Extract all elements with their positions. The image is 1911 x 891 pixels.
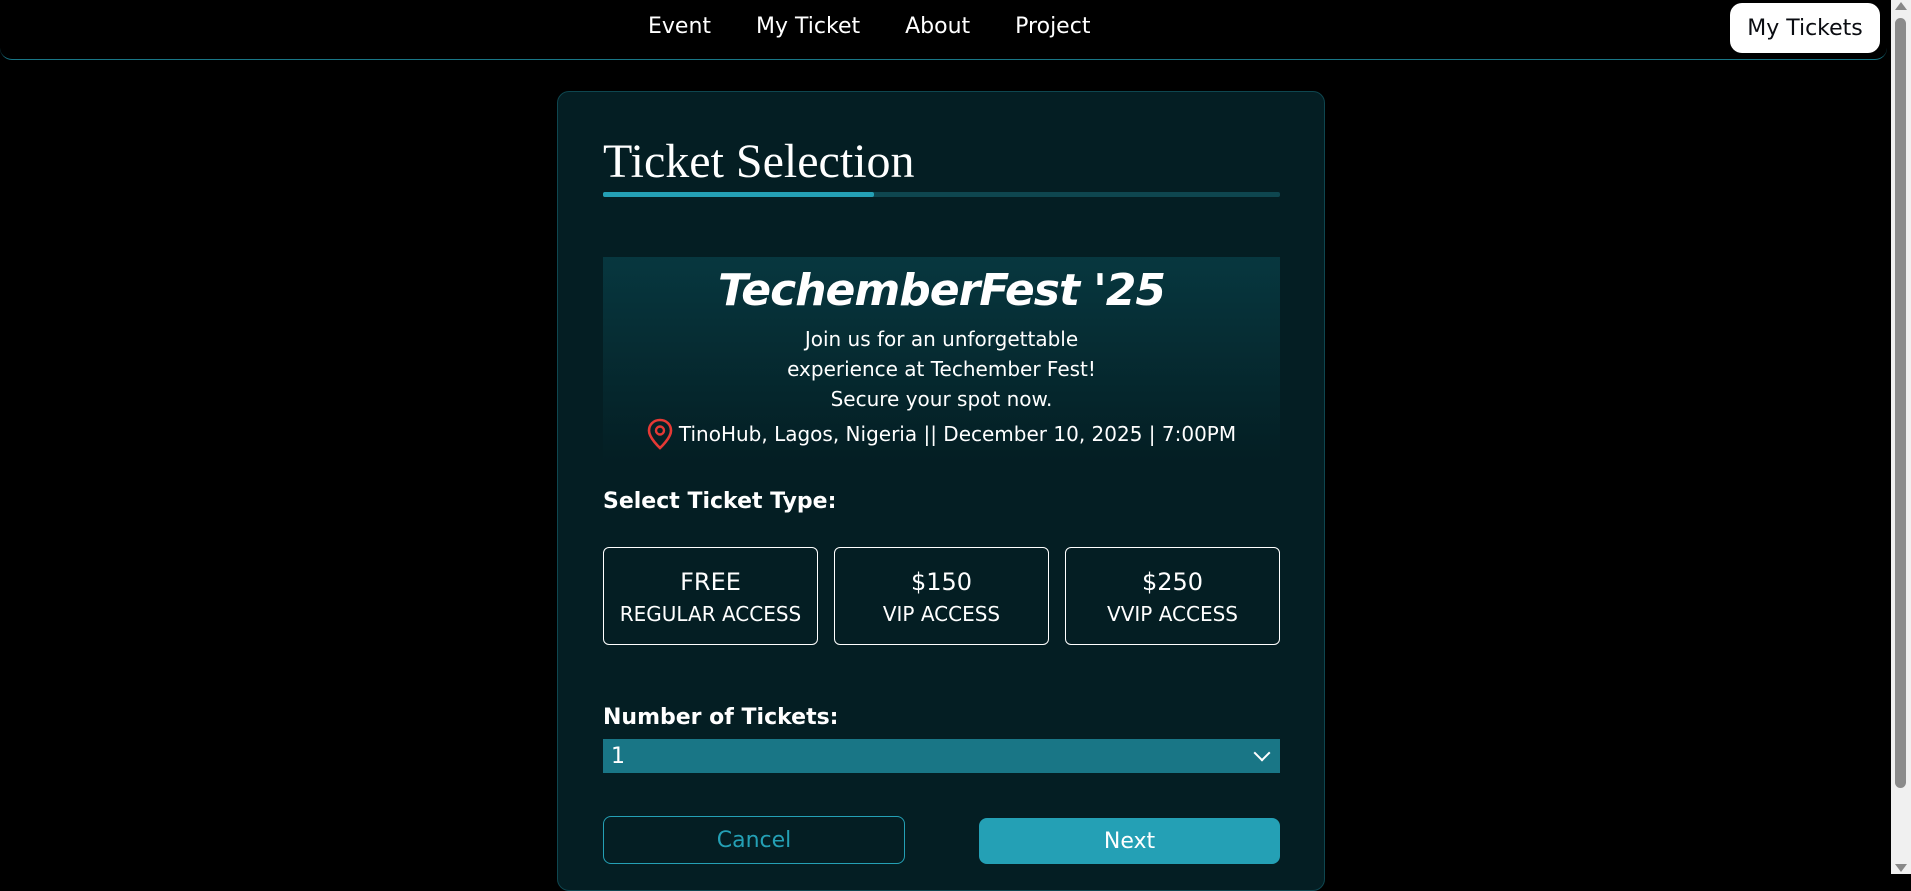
nav-link-event[interactable]: Event	[648, 14, 711, 39]
scroll-up-arrow-icon[interactable]	[1895, 2, 1907, 10]
ticket-price: FREE	[680, 568, 741, 596]
event-description: Join us for an unforgettable experience …	[787, 327, 1096, 411]
nav-link-project[interactable]: Project	[1015, 14, 1090, 39]
ticket-access: VVIP ACCESS	[1107, 602, 1238, 626]
event-location-date: TinoHub, Lagos, Nigeria || December 10, …	[678, 422, 1237, 446]
nav-links: Event My Ticket About Project	[648, 14, 1090, 39]
ticket-option-vvip[interactable]: $250 VVIP ACCESS	[1065, 547, 1280, 645]
ticket-price: $250	[1141, 568, 1204, 596]
ticket-option-vip[interactable]: $150 VIP ACCESS	[834, 547, 1049, 645]
ticket-count-label: Number of Tickets:	[603, 705, 839, 730]
ticket-count-value: 1	[611, 743, 625, 769]
scrollbar-thumb[interactable]	[1895, 18, 1906, 788]
event-banner: TechemberFest '25 Join us for an unforge…	[603, 257, 1280, 462]
my-tickets-button[interactable]: My Tickets	[1730, 3, 1880, 53]
ticket-option-regular[interactable]: FREE REGULAR ACCESS	[603, 547, 818, 645]
ticket-price: $150	[910, 568, 973, 596]
ticket-access: REGULAR ACCESS	[619, 602, 802, 626]
event-name: TechemberFest '25	[717, 265, 1166, 316]
ticket-count-select[interactable]: 1	[603, 739, 1280, 773]
chevron-down-icon	[1253, 744, 1271, 762]
ticket-access: VIP ACCESS	[882, 602, 1001, 626]
step-progress-bar	[603, 192, 1280, 197]
step-progress-fill	[603, 192, 874, 197]
ticket-selection-card: Ticket Selection TechemberFest '25 Join …	[557, 91, 1325, 891]
page-title: Ticket Selection	[603, 135, 915, 188]
map-pin-icon	[647, 418, 673, 450]
ticket-type-label: Select Ticket Type:	[603, 489, 837, 514]
top-navbar: Event My Ticket About Project My Tickets	[0, 0, 1887, 60]
next-button[interactable]: Next	[979, 818, 1280, 864]
cancel-button[interactable]: Cancel	[603, 816, 905, 864]
event-meta: TinoHub, Lagos, Nigeria || December 10, …	[603, 418, 1280, 450]
nav-link-about[interactable]: About	[905, 14, 970, 39]
nav-link-my-ticket[interactable]: My Ticket	[756, 14, 860, 39]
page-scrollbar[interactable]	[1891, 0, 1911, 874]
scroll-down-arrow-icon[interactable]	[1895, 864, 1907, 872]
